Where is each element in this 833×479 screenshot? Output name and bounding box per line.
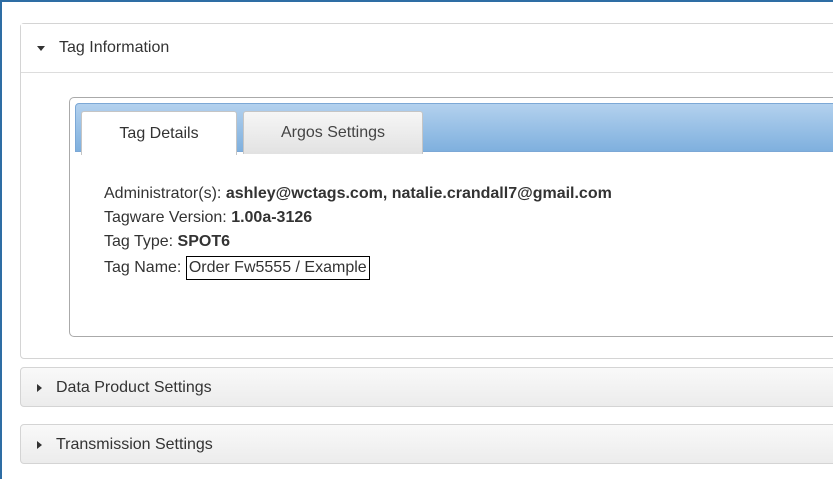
administrators-value: ashley@wctags.com, natalie.crandall7@gma… [225, 185, 612, 202]
tab-tag-details[interactable]: Tag Details [81, 111, 237, 155]
tag-type-row: Tag Type: SPOT6 [104, 230, 612, 254]
tag-name-field[interactable]: Order Fw5555 / Example [185, 256, 370, 280]
transmission-settings-header[interactable]: Transmission Settings [21, 425, 833, 465]
tag-type-value: SPOT6 [177, 233, 231, 250]
administrators-label: Administrator(s): [104, 185, 222, 202]
tag-information-title: Tag Information [59, 39, 170, 56]
tab-bar: Tag Details Argos Settings [75, 103, 833, 155]
tag-type-label: Tag Type: [104, 233, 174, 250]
caret-down-icon [37, 45, 45, 51]
tag-tabs-container: Tag Details Argos Settings Administrator… [69, 97, 833, 337]
tag-name-label: Tag Name: [104, 259, 182, 276]
tab-argos-settings[interactable]: Argos Settings [243, 111, 423, 154]
data-product-settings-panel: Data Product Settings [20, 367, 833, 407]
tab-argos-settings-label: Argos Settings [280, 124, 386, 141]
tab-tag-details-label: Tag Details [119, 124, 199, 142]
administrators-row: Administrator(s): ashley@wctags.com, nat… [104, 182, 612, 206]
data-product-settings-header[interactable]: Data Product Settings [21, 368, 833, 408]
tagware-version-row: Tagware Version: 1.00a-3126 [104, 206, 612, 230]
tag-details-content: Administrator(s): ashley@wctags.com, nat… [104, 182, 612, 280]
caret-right-icon [37, 441, 42, 449]
tag-information-header[interactable]: Tag Information [21, 24, 833, 73]
tagware-version-label: Tagware Version: [104, 209, 227, 226]
tagware-version-value: 1.00a-3126 [231, 209, 313, 226]
data-product-settings-title: Data Product Settings [56, 379, 212, 396]
transmission-settings-panel: Transmission Settings [20, 424, 833, 464]
caret-right-icon [37, 384, 42, 392]
tag-name-row: Tag Name: Order Fw5555 / Example [104, 254, 612, 280]
transmission-settings-title: Transmission Settings [56, 436, 213, 453]
